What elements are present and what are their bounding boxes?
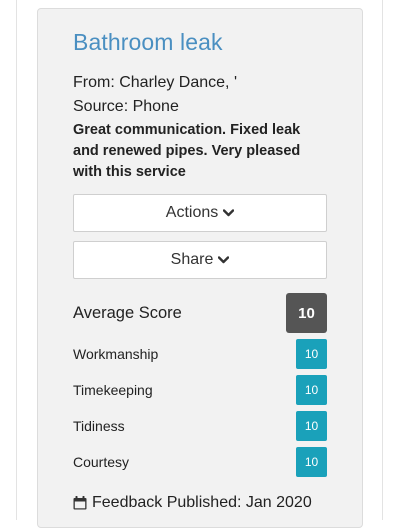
score-label-timekeeping: Timekeeping	[73, 382, 153, 398]
actions-button-label: Actions	[165, 204, 219, 221]
share-button[interactable]: Share	[73, 241, 327, 279]
score-label-workmanship: Workmanship	[73, 346, 159, 362]
average-score-badge: 10	[286, 293, 327, 333]
score-badge-courtesy: 10	[296, 447, 327, 477]
score-badge-timekeeping: 10	[296, 375, 327, 405]
calendar-icon	[73, 496, 87, 510]
actions-button[interactable]: Actions	[73, 194, 327, 232]
review-from: From: Charley Dance, '	[73, 74, 237, 91]
score-label-courtesy: Courtesy	[73, 454, 130, 470]
published-date: Feedback Published: Jan 2020	[73, 494, 312, 512]
review-title[interactable]: Bathroom leak	[73, 29, 223, 56]
review-card: Bathroom leak From: Charley Dance, ' Sou…	[37, 8, 363, 528]
score-label-tidiness: Tidiness	[73, 418, 125, 434]
score-badge-workmanship: 10	[296, 339, 327, 369]
chevron-down-icon	[218, 256, 230, 264]
score-badge-tidiness: 10	[296, 411, 327, 441]
review-comment: Great communication. Fixed leak and rene…	[73, 122, 301, 180]
average-score-label: Average Score	[73, 304, 182, 322]
share-button-label: Share	[170, 251, 214, 268]
review-source: Source: Phone	[73, 98, 179, 115]
published-date-text: Feedback Published: Jan 2020	[92, 494, 312, 511]
chevron-down-icon	[223, 209, 235, 217]
